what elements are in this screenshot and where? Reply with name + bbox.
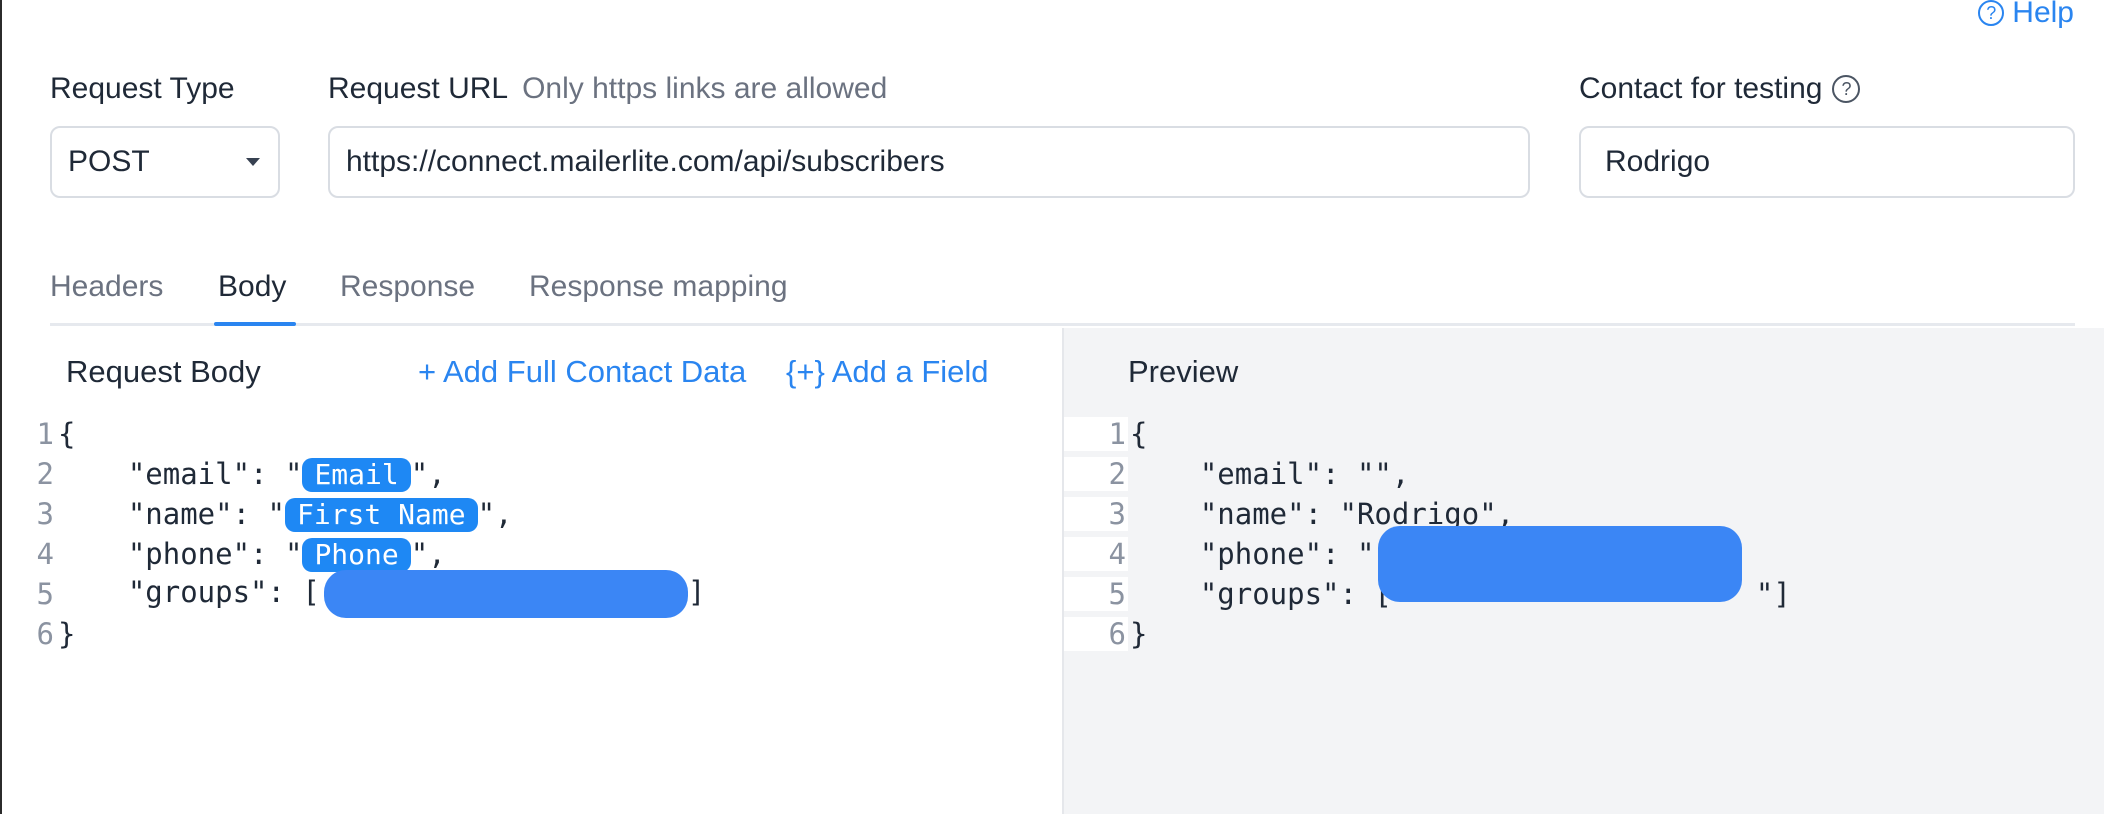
email-merge-tag[interactable]: Email [302, 457, 411, 492]
code-line: 2 "email": " Email ", [2, 454, 705, 494]
line-number: 4 [1064, 537, 1128, 571]
tab-response[interactable]: Response [340, 270, 475, 304]
contact-testing-label: Contact for testing ? [1579, 72, 1861, 106]
add-full-contact-data-button[interactable]: + Add Full Contact Data [418, 354, 746, 390]
code-line: 1 { [1064, 414, 1791, 454]
question-circle-icon[interactable]: ? [1832, 75, 1861, 103]
request-body-title: Request Body [66, 354, 261, 389]
preview-title: Preview [1128, 354, 1239, 389]
code-segment: "name": " [58, 496, 285, 531]
code-line: 6 } [2, 614, 705, 654]
code-text: "email": "", [1130, 457, 1410, 491]
code-text: { [58, 417, 76, 451]
request-url-label-text: Request URL [328, 72, 509, 105]
code-line: 1 { [2, 414, 705, 454]
first-name-merge-tag[interactable]: First Name [284, 497, 478, 532]
code-text: "name": " First Name ", [56, 497, 512, 532]
redacted-preview-values [1378, 526, 1742, 602]
request-url-label: Request URL Only https links are allowed [328, 72, 887, 106]
line-number: 2 [1064, 457, 1128, 491]
code-segment: "phone": " [58, 536, 303, 571]
request-type-label: Request Type [50, 72, 235, 105]
code-text: "phone": " Phone ", [56, 537, 446, 572]
code-line: 2 "email": "", [1064, 454, 1791, 494]
code-line: 4 "phone": " Phone ", [2, 534, 705, 574]
contact-testing-input[interactable]: Rodrigo [1579, 126, 2075, 198]
code-line: 6 } [1064, 614, 1791, 654]
request-url-input[interactable]: https://connect.mailerlite.com/api/subsc… [328, 126, 1530, 198]
code-text: { [1130, 417, 1148, 451]
tab-body[interactable]: Body [218, 270, 286, 304]
code-line: 5 "groups": [] [2, 570, 705, 618]
code-text: } [1130, 617, 1148, 651]
tab-baseline [50, 323, 2075, 326]
code-segment: "email": " [58, 456, 303, 491]
line-number: 1 [1064, 417, 1128, 451]
code-segment: "groups": [ [58, 575, 320, 609]
code-segment: ", [410, 536, 446, 571]
request-type-value: POST [68, 145, 150, 178]
code-segment: ", [410, 456, 446, 491]
active-tab-indicator [214, 322, 296, 326]
help-label: Help [2012, 0, 2074, 29]
request-type-select[interactable]: POST [50, 126, 280, 198]
request-body-panel: Request Body + Add Full Contact Data {+}… [2, 328, 1062, 814]
code-text: "email": " Email ", [56, 457, 446, 492]
code-text: "groups": [] [56, 570, 705, 618]
code-segment: ", [477, 496, 513, 531]
code-line: 3 "name": " First Name ", [2, 494, 705, 534]
line-number: 5 [36, 577, 54, 611]
line-number: 3 [36, 497, 54, 531]
line-number: 6 [1064, 617, 1128, 651]
code-segment: "groups": [ [1130, 577, 1392, 611]
line-number: 4 [36, 537, 54, 571]
help-circle-icon: ? [1978, 0, 2005, 26]
tab-response-mapping[interactable]: Response mapping [529, 270, 788, 304]
contact-testing-value: Rodrigo [1605, 145, 1711, 178]
redacted-groups-value [323, 570, 688, 618]
add-a-field-button[interactable]: {+} Add a Field [786, 354, 989, 390]
code-segment: "] [1755, 577, 1791, 611]
line-number: 6 [36, 617, 54, 651]
contact-testing-label-text: Contact for testing [1579, 72, 1823, 105]
code-text: } [58, 617, 76, 651]
request-body-editor[interactable]: 1 { 2 "email": " Email ", 3 "name": " First… [2, 414, 706, 654]
line-number: 3 [1064, 497, 1128, 531]
code-text: "phone": " [1130, 537, 1375, 571]
phone-merge-tag[interactable]: Phone [302, 537, 411, 572]
request-url-value: https://connect.mailerlite.com/api/subsc… [346, 145, 945, 178]
code-segment: ] [687, 575, 706, 609]
request-url-hint: Only https links are allowed [522, 72, 888, 105]
tab-headers[interactable]: Headers [50, 270, 163, 304]
caret-down-icon [246, 158, 260, 166]
tab-bar: Headers Body Response Response mapping [50, 246, 2075, 326]
line-number: 5 [1064, 577, 1128, 611]
line-number: 1 [36, 417, 54, 451]
help-link[interactable]: ? Help [1978, 0, 2074, 30]
preview-panel: Preview 1 { 2 "email": "", 3 "name": "Ro… [1062, 328, 2104, 814]
line-number: 2 [36, 457, 54, 491]
